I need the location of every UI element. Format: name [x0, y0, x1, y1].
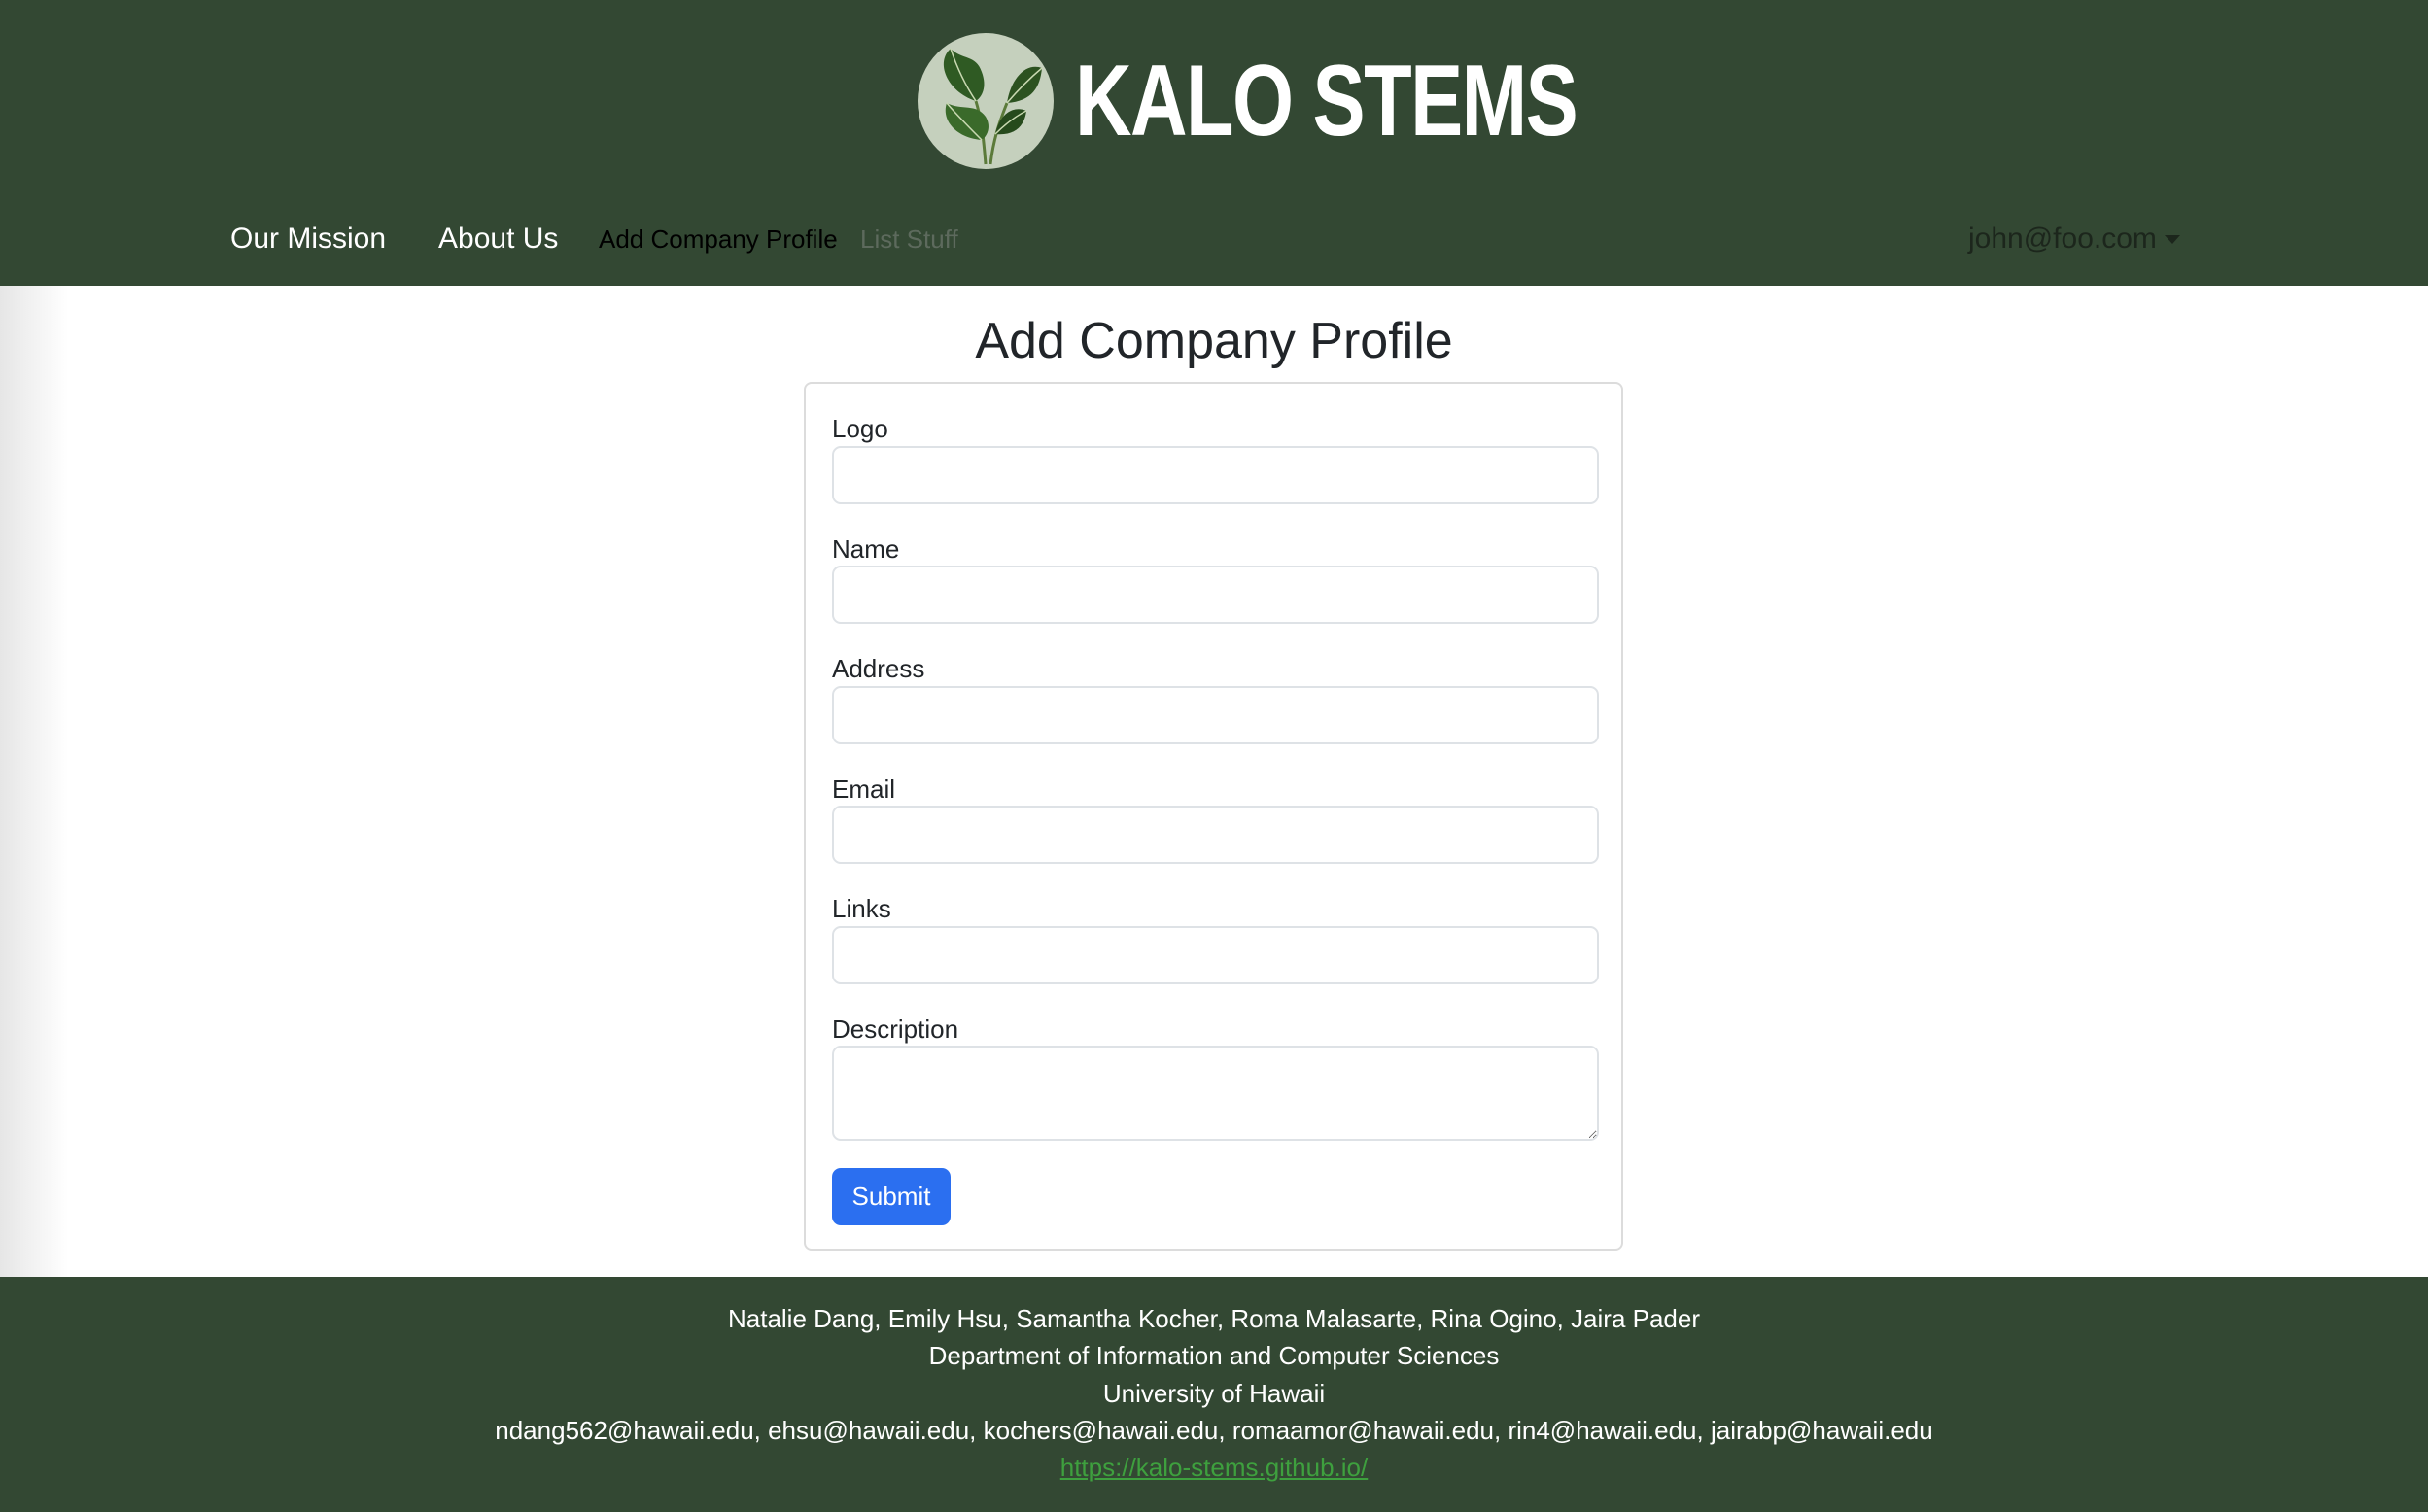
- logo-input[interactable]: [832, 446, 1599, 504]
- site-footer: Natalie Dang, Emily Hsu, Samantha Kocher…: [0, 1277, 2428, 1512]
- taro-leaf-logo-icon: [918, 33, 1054, 169]
- submit-button[interactable]: Submit: [832, 1168, 951, 1225]
- footer-university: University of Hawaii: [1102, 1379, 1326, 1408]
- address-label: Address: [832, 654, 925, 683]
- description-label: Description: [832, 1014, 959, 1044]
- logo-label: Logo: [832, 414, 888, 443]
- user-menu-dropdown[interactable]: john@foo.com: [1968, 220, 2180, 258]
- page-title: Add Company Profile: [975, 313, 1453, 369]
- links-input[interactable]: [832, 926, 1599, 984]
- nav-list-stuff[interactable]: List Stuff: [860, 220, 958, 258]
- email-label: Email: [832, 774, 896, 804]
- site-header: KALO STEMS Our Mission About Us Add Comp…: [0, 0, 2428, 286]
- nav-about-us[interactable]: About Us: [438, 220, 558, 258]
- description-textarea[interactable]: [832, 1046, 1599, 1141]
- nav-add-company-profile[interactable]: Add Company Profile: [599, 220, 838, 258]
- footer-emails: ndang562@hawaii.edu, ehsu@hawaii.edu, ko…: [495, 1416, 1933, 1445]
- links-label: Links: [832, 894, 891, 923]
- name-label: Name: [832, 534, 900, 564]
- email-input[interactable]: [832, 806, 1599, 864]
- user-menu-label: john@foo.com: [1968, 223, 2157, 255]
- footer-names: Natalie Dang, Emily Hsu, Samantha Kocher…: [727, 1304, 1701, 1333]
- footer-link-row: https://kalo-stems.github.io/: [0, 1451, 2428, 1484]
- address-input[interactable]: [832, 686, 1599, 744]
- nav-our-mission[interactable]: Our Mission: [230, 220, 386, 258]
- company-profile-form: Logo Name Address Email Links Descriptio…: [804, 382, 1623, 1251]
- name-input[interactable]: [832, 566, 1599, 624]
- footer-website-link[interactable]: https://kalo-stems.github.io/: [1060, 1453, 1368, 1482]
- footer-department: Department of Information and Computer S…: [928, 1341, 1500, 1370]
- brand-title[interactable]: KALO STEMS: [1075, 51, 1578, 152]
- page-edge-shadow: [0, 286, 68, 1277]
- brand[interactable]: KALO STEMS: [918, 33, 1718, 169]
- chevron-down-icon: [2164, 234, 2180, 244]
